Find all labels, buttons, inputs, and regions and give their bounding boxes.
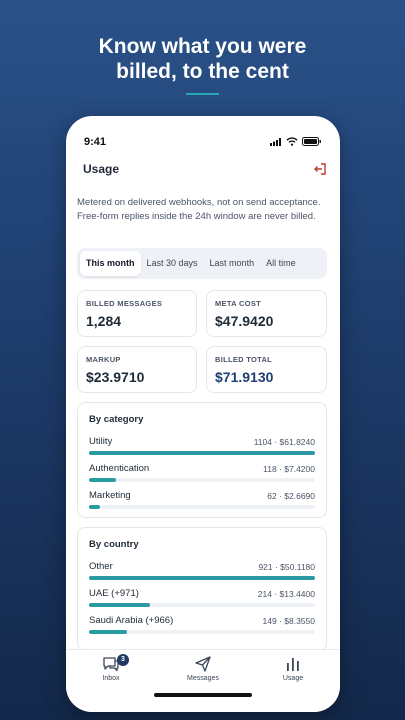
stat-card-billed-total: BILLED TOTAL $71.9130 — [206, 346, 327, 393]
progress-fill — [89, 478, 117, 482]
wifi-icon — [286, 137, 298, 146]
usage-description: Metered on delivered webhooks, not on se… — [77, 197, 321, 222]
by-country-card: By country Other 921 · $50.1180 UAE (+97… — [77, 527, 327, 651]
progress-track — [89, 603, 315, 607]
headline-divider — [186, 93, 219, 95]
row-label: Utility — [89, 436, 113, 447]
stat-value: $23.9710 — [86, 369, 145, 385]
progress-fill — [89, 630, 128, 634]
nav-item-messages[interactable]: Messages — [168, 656, 238, 682]
row-label: Other — [89, 561, 113, 572]
nav-item-usage[interactable]: Usage — [258, 656, 328, 682]
tab-all-time[interactable]: All time — [260, 251, 302, 276]
inbox-badge: 3 — [117, 654, 129, 666]
status-time: 9:41 — [84, 136, 107, 148]
row-value: 62 · $2.6690 — [267, 491, 315, 501]
progress-fill — [89, 576, 315, 580]
bottom-nav: 3 Inbox Messages Usage — [66, 649, 340, 712]
bar-chart-icon — [287, 658, 299, 671]
stat-label: BILLED MESSAGES — [86, 299, 163, 308]
row-value: 1104 · $61.8240 — [253, 437, 315, 447]
status-bar: 9:41 — [66, 116, 340, 156]
period-tabs: This month Last 30 days Last month All t… — [77, 248, 327, 279]
stat-value: $47.9420 — [215, 313, 274, 329]
row-label: Saudi Arabia (+966) — [89, 615, 174, 626]
logout-icon[interactable] — [312, 161, 328, 177]
progress-track — [89, 478, 315, 482]
phone-frame: 9:41 Usage Metered on delivered webhooks… — [66, 116, 340, 712]
headline-line-1: Know what you were — [98, 35, 307, 58]
send-icon — [195, 656, 211, 672]
stat-label: MARKUP — [86, 355, 121, 364]
row-value: 214 · $13.4400 — [257, 589, 315, 599]
row-value: 118 · $7.4200 — [263, 464, 315, 474]
progress-fill — [89, 505, 101, 509]
section-title: By country — [89, 539, 139, 550]
battery-icon — [302, 137, 321, 146]
stat-value: 1,284 — [86, 313, 122, 329]
nav-label: Messages — [187, 675, 219, 682]
by-category-card: By category Utility 1104 · $61.8240 Auth… — [77, 402, 327, 518]
tab-last-30-days[interactable]: Last 30 days — [141, 251, 204, 276]
row-value: 149 · $8.3550 — [262, 616, 315, 626]
page-title: Usage — [83, 162, 120, 176]
nav-item-inbox[interactable]: 3 Inbox — [76, 654, 146, 682]
progress-track — [89, 630, 315, 634]
signal-icon — [270, 137, 281, 146]
stat-card-billed-messages: BILLED MESSAGES 1,284 — [77, 290, 197, 337]
stat-value: $71.9130 — [215, 369, 274, 385]
status-icons — [270, 137, 322, 146]
headline: Know what you were billed, to the cent — [0, 34, 405, 84]
home-indicator — [154, 693, 252, 697]
row-label: UAE (+971) — [89, 588, 139, 599]
app-bar: Usage — [66, 156, 340, 186]
stat-card-meta-cost: META COST $47.9420 — [206, 290, 327, 337]
headline-line-2: billed, to the cent — [116, 60, 289, 83]
section-title: By category — [89, 414, 144, 425]
progress-track — [89, 451, 315, 455]
row-value: 921 · $50.1180 — [258, 562, 315, 572]
progress-track — [89, 505, 315, 509]
tab-last-month[interactable]: Last month — [204, 251, 261, 276]
progress-fill — [89, 451, 315, 455]
stat-card-markup: MARKUP $23.9710 — [77, 346, 197, 393]
tab-this-month[interactable]: This month — [80, 251, 141, 276]
stat-label: BILLED TOTAL — [215, 355, 273, 364]
progress-track — [89, 576, 315, 580]
nav-label: Usage — [282, 675, 304, 682]
progress-fill — [89, 603, 151, 607]
stat-label: META COST — [215, 299, 262, 308]
row-label: Marketing — [89, 490, 131, 501]
row-label: Authentication — [89, 463, 150, 474]
nav-label: Inbox — [102, 675, 120, 682]
